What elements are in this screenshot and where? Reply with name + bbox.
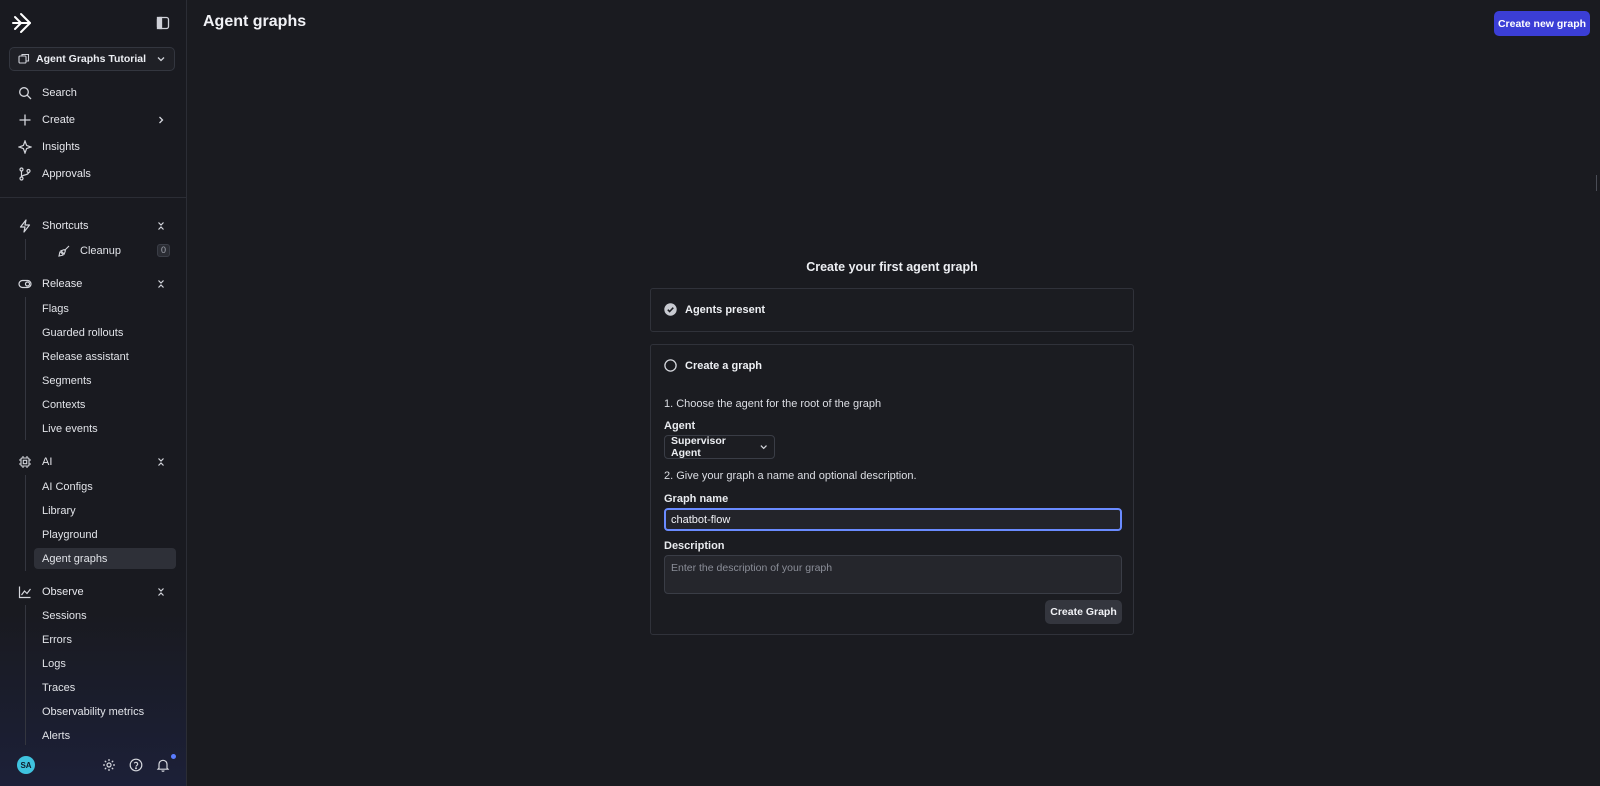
section-label: Observe	[42, 586, 84, 598]
sidebar-item-playground[interactable]: Playground	[34, 524, 176, 545]
chevron-right-icon	[159, 116, 164, 124]
graph-name-input[interactable]	[664, 508, 1122, 531]
sidebar-item-ai-configs[interactable]: AI Configs	[34, 476, 176, 497]
tree-line	[25, 239, 26, 260]
sidebar-item-contexts[interactable]: Contexts	[34, 394, 176, 415]
gear-icon[interactable]	[102, 758, 116, 772]
step-label: Create a graph	[685, 359, 763, 372]
chevron-down-icon	[760, 445, 767, 450]
step-agents-present: Agents present	[650, 288, 1134, 332]
section-label: Release	[42, 278, 83, 290]
section-label: Shortcuts	[42, 220, 89, 232]
sidebar-item-traces[interactable]: Traces	[34, 677, 176, 698]
collapse-icon	[158, 458, 164, 466]
sidebar-item-agent-graphs[interactable]: Agent graphs	[34, 548, 176, 569]
help-icon[interactable]	[129, 758, 143, 772]
sidebar-item-errors[interactable]: Errors	[34, 629, 176, 650]
sidebar-item-guarded-rollouts[interactable]: Guarded rollouts	[34, 322, 176, 343]
notification-dot	[171, 754, 176, 759]
sidebar-item-cleanup[interactable]: Cleanup 0	[50, 240, 170, 261]
agent-select-value: Supervisor Agent	[671, 435, 726, 459]
sidebar-item-label: Insights	[42, 141, 80, 153]
graph-name-label: Graph name	[664, 493, 729, 505]
chevron-down-icon	[157, 57, 165, 62]
sidebar-section-release[interactable]: Release	[14, 273, 174, 295]
page-title: Agent graphs	[203, 13, 307, 30]
chip-icon	[19, 456, 31, 468]
collapse-icon	[158, 588, 164, 596]
sidebar-item-observability-metrics[interactable]: Observability metrics	[34, 701, 176, 722]
tree-line	[25, 297, 26, 440]
chart-icon	[18, 586, 31, 599]
empty-state-title: Create your first agent graph	[806, 260, 978, 274]
toggle-icon	[18, 279, 32, 289]
tree-line	[25, 475, 26, 571]
sidebar-item-approvals[interactable]: Approvals	[14, 163, 174, 185]
step-header: Create a graph	[664, 359, 762, 372]
plus-icon	[19, 114, 31, 126]
sidebar-toggle-icon[interactable]	[156, 16, 170, 30]
sidebar: Agent Graphs Tutorial Search Create Insi…	[0, 0, 187, 786]
sidebar-item-label: Approvals	[42, 168, 91, 180]
lightning-icon	[19, 219, 31, 233]
sidebar-item-flags[interactable]: Flags	[34, 298, 176, 319]
step-label: Agents present	[685, 303, 766, 316]
sidebar-item-alerts[interactable]: Alerts	[34, 725, 176, 746]
step-create-graph: Create a graph 1. Choose the agent for t…	[650, 344, 1134, 635]
collapse-icon	[158, 222, 164, 230]
sidebar-item-segments[interactable]: Segments	[34, 370, 176, 391]
search-icon	[19, 87, 32, 100]
project-selector[interactable]: Agent Graphs Tutorial	[9, 47, 175, 71]
collapse-icon	[158, 280, 164, 288]
sparkle-icon	[18, 140, 32, 154]
count-badge: 0	[156, 244, 170, 257]
sidebar-section-observe[interactable]: Observe	[14, 581, 174, 603]
create-new-graph-button[interactable]: Create new graph	[1494, 11, 1590, 36]
broom-icon	[58, 245, 70, 257]
bell-icon[interactable]	[156, 758, 170, 772]
sidebar-item-live-events[interactable]: Live events	[34, 418, 176, 439]
project-icon	[18, 53, 30, 64]
sidebar-section-shortcuts[interactable]: Shortcuts	[14, 215, 174, 237]
logo-icon[interactable]	[10, 11, 34, 35]
agent-label: Agent	[664, 420, 696, 432]
check-circle-icon	[664, 303, 677, 316]
sidebar-item-library[interactable]: Library	[34, 500, 176, 521]
sidebar-item-release-assistant[interactable]: Release assistant	[34, 346, 176, 367]
avatar[interactable]: SA	[17, 756, 35, 774]
scrollbar[interactable]	[1596, 175, 1600, 191]
description-textarea[interactable]	[664, 555, 1122, 594]
sidebar-footer: SA	[0, 754, 187, 778]
tree-line	[25, 605, 26, 745]
sidebar-header	[0, 0, 187, 46]
sidebar-item-insights[interactable]: Insights	[14, 136, 174, 158]
sidebar-item-sessions[interactable]: Sessions	[34, 605, 176, 626]
description-label: Description	[664, 540, 725, 552]
sidebar-item-logs[interactable]: Logs	[34, 653, 176, 674]
sidebar-section-ai[interactable]: AI	[14, 451, 174, 473]
sidebar-item-create[interactable]: Create	[14, 109, 174, 131]
agent-select[interactable]: Supervisor Agent	[664, 435, 775, 459]
empty-circle-icon	[664, 359, 677, 372]
sidebar-item-search[interactable]: Search	[14, 82, 174, 104]
instruction-choose-agent: 1. Choose the agent for the root of the …	[664, 398, 882, 410]
sidebar-divider	[0, 197, 187, 198]
sidebar-item-label: Cleanup	[80, 244, 121, 257]
instruction-name-graph: 2. Give your graph a name and optional d…	[664, 470, 917, 482]
git-branch-icon	[19, 167, 31, 181]
step-header: Agents present	[664, 303, 765, 316]
project-name: Agent Graphs Tutorial	[36, 53, 147, 65]
sidebar-item-label: Search	[42, 87, 77, 99]
create-graph-button[interactable]: Create Graph	[1045, 600, 1122, 624]
section-label: AI	[42, 456, 53, 468]
sidebar-item-label: Create	[42, 114, 76, 126]
